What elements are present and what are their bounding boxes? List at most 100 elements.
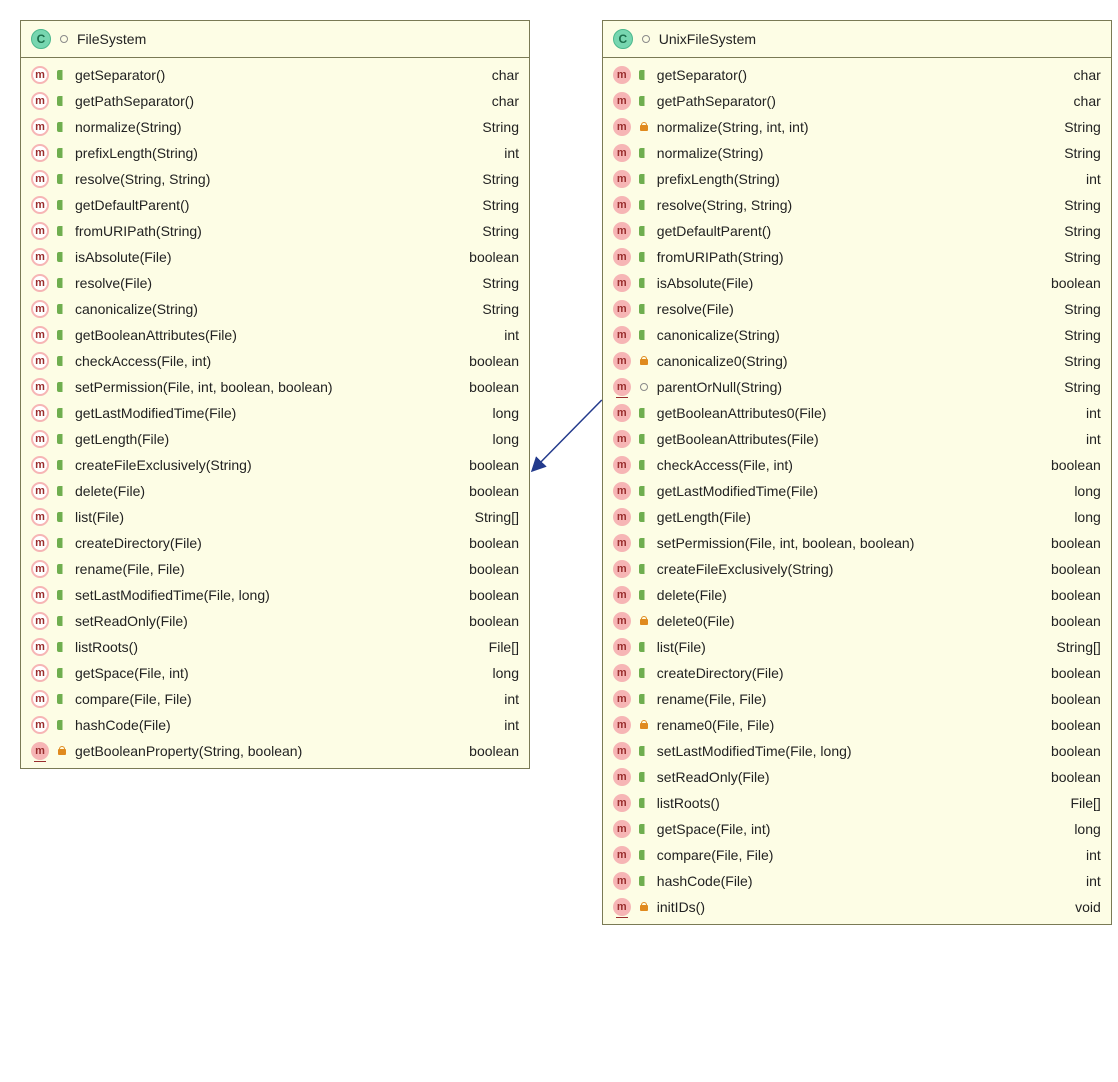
- member-row[interactable]: mcheckAccess(File, int)boolean: [603, 452, 1111, 478]
- member-row[interactable]: mdelete0(File)boolean: [603, 608, 1111, 634]
- member-row[interactable]: mlist(File)String[]: [21, 504, 529, 530]
- member-row[interactable]: mgetSpace(File, int)long: [21, 660, 529, 686]
- method-icon: m: [613, 872, 631, 890]
- member-row[interactable]: misAbsolute(File)boolean: [21, 244, 529, 270]
- method-signature: setReadOnly(File): [75, 613, 188, 629]
- member-row[interactable]: mrename(File, File)boolean: [603, 686, 1111, 712]
- member-row[interactable]: mcheckAccess(File, int)boolean: [21, 348, 529, 374]
- member-row[interactable]: mgetDefaultParent()String: [603, 218, 1111, 244]
- member-row[interactable]: mgetLastModifiedTime(File)long: [603, 478, 1111, 504]
- member-row[interactable]: mfromURIPath(String)String: [603, 244, 1111, 270]
- member-row[interactable]: mcreateFileExclusively(String)boolean: [603, 556, 1111, 582]
- member-row[interactable]: mgetLength(File)long: [21, 426, 529, 452]
- member-row[interactable]: mgetDefaultParent()String: [21, 192, 529, 218]
- return-type: boolean: [461, 353, 519, 369]
- return-type: char: [1066, 93, 1101, 109]
- return-type: int: [496, 145, 519, 161]
- member-row[interactable]: mlistRoots()File[]: [603, 790, 1111, 816]
- class-title: UnixFileSystem: [659, 31, 756, 47]
- return-type: int: [1078, 431, 1101, 447]
- member-row[interactable]: msetPermission(File, int, boolean, boole…: [21, 374, 529, 400]
- member-row[interactable]: mgetPathSeparator()char: [603, 88, 1111, 114]
- method-icon: m: [31, 690, 49, 708]
- member-row[interactable]: mcanonicalize0(String)String: [603, 348, 1111, 374]
- unlock-icon: [55, 434, 69, 444]
- method-signature: fromURIPath(String): [75, 223, 202, 239]
- class-box-filesystem[interactable]: C FileSystem mgetSeparator()charmgetPath…: [20, 20, 530, 769]
- unlock-icon: [637, 226, 651, 236]
- member-row[interactable]: mlistRoots()File[]: [21, 634, 529, 660]
- member-row[interactable]: mcanonicalize(String)String: [603, 322, 1111, 348]
- member-row[interactable]: mcompare(File, File)int: [21, 686, 529, 712]
- member-row[interactable]: mgetBooleanAttributes(File)int: [603, 426, 1111, 452]
- return-type: boolean: [1043, 457, 1101, 473]
- member-row[interactable]: mhashCode(File)int: [21, 712, 529, 738]
- member-row[interactable]: mdelete(File)boolean: [603, 582, 1111, 608]
- member-row[interactable]: mgetBooleanAttributes(File)int: [21, 322, 529, 348]
- method-signature: getBooleanAttributes(File): [657, 431, 819, 447]
- unlock-icon: [637, 148, 651, 158]
- member-row[interactable]: mlist(File)String[]: [603, 634, 1111, 660]
- return-type: String: [474, 171, 519, 187]
- class-header: C FileSystem: [21, 21, 529, 58]
- member-row[interactable]: mhashCode(File)int: [603, 868, 1111, 894]
- member-row[interactable]: mresolve(String, String)String: [21, 166, 529, 192]
- member-row[interactable]: mgetLastModifiedTime(File)long: [21, 400, 529, 426]
- unlock-icon: [55, 122, 69, 132]
- member-row[interactable]: mgetPathSeparator()char: [21, 88, 529, 114]
- unlock-icon: [55, 96, 69, 106]
- member-row[interactable]: mnormalize(String)String: [21, 114, 529, 140]
- member-row[interactable]: mnormalize(String, int, int)String: [603, 114, 1111, 140]
- method-icon: m: [31, 352, 49, 370]
- member-row[interactable]: minitIDs()void: [603, 894, 1111, 920]
- member-row[interactable]: mcompare(File, File)int: [603, 842, 1111, 868]
- member-row[interactable]: mcreateFileExclusively(String)boolean: [21, 452, 529, 478]
- member-row[interactable]: mrename(File, File)boolean: [21, 556, 529, 582]
- return-type: String: [1056, 249, 1101, 265]
- member-row[interactable]: msetReadOnly(File)boolean: [21, 608, 529, 634]
- member-row[interactable]: mgetBooleanAttributes0(File)int: [603, 400, 1111, 426]
- member-row[interactable]: misAbsolute(File)boolean: [603, 270, 1111, 296]
- member-row[interactable]: mgetBooleanProperty(String, boolean)bool…: [21, 738, 529, 764]
- member-row[interactable]: mgetSpace(File, int)long: [603, 816, 1111, 842]
- member-row[interactable]: mfromURIPath(String)String: [21, 218, 529, 244]
- unlock-icon: [55, 200, 69, 210]
- member-row[interactable]: mrename0(File, File)boolean: [603, 712, 1111, 738]
- method-signature: delete0(File): [657, 613, 735, 629]
- method-signature: normalize(String): [75, 119, 182, 135]
- member-row[interactable]: mgetSeparator()char: [21, 62, 529, 88]
- member-row[interactable]: msetLastModifiedTime(File, long)boolean: [21, 582, 529, 608]
- member-row[interactable]: mcreateDirectory(File)boolean: [21, 530, 529, 556]
- member-row[interactable]: mprefixLength(String)int: [603, 166, 1111, 192]
- method-icon: m: [613, 612, 631, 630]
- lock-icon: [637, 356, 651, 366]
- return-type: boolean: [461, 561, 519, 577]
- member-row[interactable]: msetReadOnly(File)boolean: [603, 764, 1111, 790]
- member-row[interactable]: mgetSeparator()char: [603, 62, 1111, 88]
- member-row[interactable]: mresolve(String, String)String: [603, 192, 1111, 218]
- unlock-icon: [55, 226, 69, 236]
- member-row[interactable]: mresolve(File)String: [603, 296, 1111, 322]
- member-row[interactable]: mdelete(File)boolean: [21, 478, 529, 504]
- method-signature: getLastModifiedTime(File): [657, 483, 818, 499]
- member-row[interactable]: mnormalize(String)String: [603, 140, 1111, 166]
- method-icon: m: [613, 378, 631, 396]
- member-row[interactable]: msetLastModifiedTime(File, long)boolean: [603, 738, 1111, 764]
- method-icon: m: [613, 768, 631, 786]
- member-row[interactable]: mprefixLength(String)int: [21, 140, 529, 166]
- class-box-unixfilesystem[interactable]: C UnixFileSystem mgetSeparator()charmget…: [602, 20, 1112, 925]
- member-row[interactable]: mcreateDirectory(File)boolean: [603, 660, 1111, 686]
- member-row[interactable]: mgetLength(File)long: [603, 504, 1111, 530]
- member-row[interactable]: mresolve(File)String: [21, 270, 529, 296]
- member-row[interactable]: mparentOrNull(String)String: [603, 374, 1111, 400]
- return-type: char: [484, 93, 519, 109]
- method-signature: createDirectory(File): [75, 535, 202, 551]
- method-icon: m: [613, 274, 631, 292]
- method-icon: m: [613, 144, 631, 162]
- unlock-icon: [637, 434, 651, 444]
- member-row[interactable]: msetPermission(File, int, boolean, boole…: [603, 530, 1111, 556]
- return-type: File[]: [1062, 795, 1100, 811]
- method-signature: canonicalize(String): [657, 327, 780, 343]
- member-row[interactable]: mcanonicalize(String)String: [21, 296, 529, 322]
- return-type: long: [1066, 483, 1100, 499]
